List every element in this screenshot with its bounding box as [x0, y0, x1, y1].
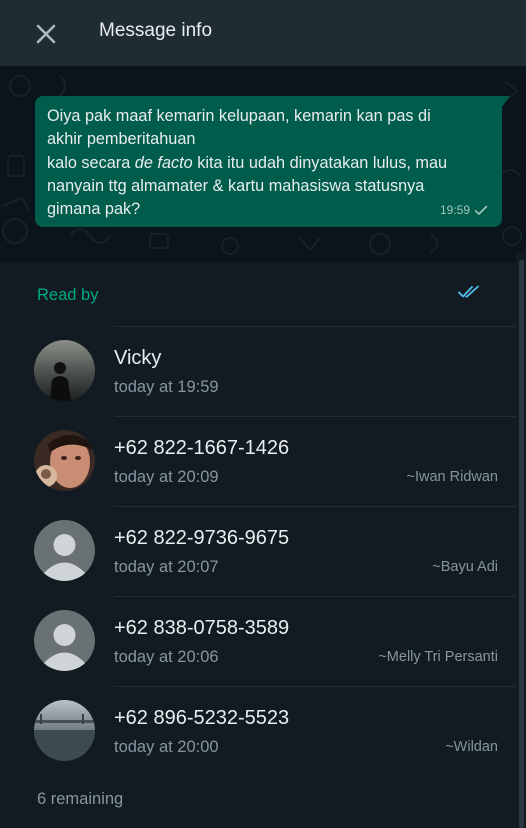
contact-name: Vicky [114, 347, 162, 369]
message-text: Oiya pak maaf kemarin kelupaan, kemarin … [47, 105, 490, 221]
read-by-label: Read by [37, 286, 99, 304]
read-time: today at 20:06 [114, 648, 219, 666]
single-check-icon [474, 205, 488, 215]
contact-phone: +62 822-9736-9675 [114, 527, 290, 549]
divider [114, 506, 516, 507]
contact-phone: +62 896-5232-5523 [114, 707, 290, 729]
read-by-header: Read by [0, 262, 516, 326]
scrollbar-thumb[interactable] [519, 260, 524, 828]
contact-alias: ~Bayu Adi [432, 559, 498, 575]
divider [114, 686, 516, 687]
read-time: today at 20:07 [114, 558, 219, 576]
page-title: Message info [99, 20, 213, 41]
message-line: Oiya pak maaf kemarin kelupaan, kemarin … [47, 107, 431, 125]
contact-row[interactable]: +62 822-1667-1426 today at 20:09 ~Iwan R… [0, 416, 516, 506]
photo-avatar [34, 340, 95, 401]
scrollbar[interactable] [516, 252, 526, 828]
message-bubble[interactable]: Oiya pak maaf kemarin kelupaan, kemarin … [35, 96, 510, 227]
read-time: today at 20:00 [114, 738, 219, 756]
contact-row[interactable]: +62 896-5232-5523 today at 20:00 ~Wildan [0, 686, 516, 776]
message-line-suffix: kita itu udah dinyatakan lulus, mau [192, 153, 448, 172]
photo-avatar [34, 430, 95, 491]
close-button[interactable] [33, 21, 59, 47]
message-italic-text: de facto [134, 153, 193, 172]
close-icon [36, 24, 56, 44]
message-time: 19:59 [439, 202, 470, 217]
read-time: today at 19:59 [114, 378, 219, 396]
default-avatar-icon [34, 520, 95, 581]
header: Message info [0, 0, 526, 66]
avatar[interactable] [34, 340, 95, 401]
double-check-icon [458, 285, 479, 298]
default-avatar-icon [34, 610, 95, 671]
message-line: akhir pemberitahuan [47, 130, 196, 149]
contact-phone: +62 822-1667-1426 [114, 437, 290, 459]
message-meta: 19:59 [440, 199, 488, 222]
avatar[interactable] [34, 700, 95, 761]
message-line: nanyain ttg almamater & kartu mahasiswa … [47, 176, 425, 195]
message-line-prefix: kalo secara [47, 153, 135, 172]
read-by-panel: Read by Vicky today at 19:59 +62 822-166… [0, 262, 516, 828]
read-time: today at 20:09 [114, 468, 219, 486]
divider [114, 416, 516, 417]
contact-alias: ~Wildan [445, 739, 498, 755]
remaining-count[interactable]: 6 remaining [37, 790, 123, 809]
avatar[interactable] [34, 610, 95, 671]
message-line: gimana pak? [47, 200, 141, 219]
contact-row[interactable]: Vicky today at 19:59 [0, 326, 516, 416]
contact-alias: ~Melly Tri Persanti [378, 649, 498, 665]
contact-row[interactable]: +62 822-9736-9675 today at 20:07 ~Bayu A… [0, 506, 516, 596]
avatar[interactable] [34, 520, 95, 581]
contact-row[interactable]: +62 838-0758-3589 today at 20:06 ~Melly … [0, 596, 516, 686]
divider [114, 596, 516, 597]
message-line: kalo secara de facto kita itu udah dinya… [47, 152, 490, 175]
bubble-tail [501, 96, 510, 108]
photo-avatar [34, 700, 95, 761]
chat-background: Oiya pak maaf kemarin kelupaan, kemarin … [0, 66, 526, 262]
avatar[interactable] [34, 430, 95, 491]
divider [114, 326, 516, 327]
contact-alias: ~Iwan Ridwan [406, 469, 498, 485]
contact-phone: +62 838-0758-3589 [114, 617, 290, 639]
